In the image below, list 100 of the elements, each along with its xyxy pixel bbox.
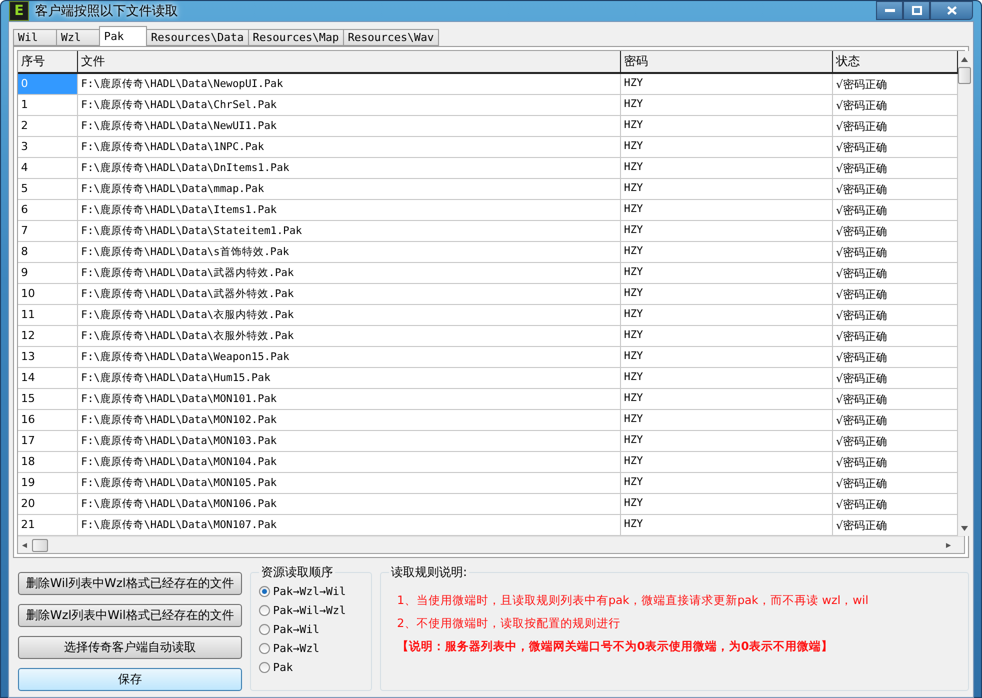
table-cell: HZY (621, 284, 833, 305)
table-cell: F:\鹿原传奇\HADL\Data\ChrSel.Pak (78, 95, 621, 116)
table-cell: HZY (621, 305, 833, 326)
column-header[interactable]: 状态 (833, 51, 958, 72)
table-cell: F:\鹿原传奇\HADL\Data\Items1.Pak (78, 200, 621, 221)
group-title: 读取规则说明: (390, 564, 468, 581)
table-cell: 6 (18, 200, 78, 221)
vertical-scrollbar[interactable] (958, 51, 971, 536)
table-cell: HZY (621, 179, 833, 200)
scroll-thumb[interactable] (958, 67, 971, 84)
radio-option[interactable]: Pak (259, 661, 363, 674)
table-cell: F:\鹿原传奇\HADL\Data\1NPC.Pak (78, 137, 621, 158)
close-button[interactable] (930, 1, 973, 20)
table-cell: F:\鹿原传奇\HADL\Data\MON101.Pak (78, 389, 621, 410)
table-cell: 5 (18, 179, 78, 200)
up-arrow-icon[interactable] (961, 56, 968, 62)
table-cell: F:\鹿原传奇\HADL\Data\MON107.Pak (78, 515, 621, 536)
minimize-icon (884, 8, 894, 12)
horizontal-scrollbar[interactable] (18, 536, 964, 553)
action-button[interactable]: 删除Wil列表中Wzl格式已经存在的文件 (18, 572, 242, 595)
table-cell: √密码正确 (833, 221, 958, 242)
table-cell: 15 (18, 389, 78, 410)
table-cell: 10 (18, 284, 78, 305)
table-cell: 3 (18, 137, 78, 158)
table-cell: HZY (621, 74, 833, 95)
table-cell: HZY (621, 515, 833, 536)
radio-option[interactable]: Pak→Wil→Wzl (259, 604, 363, 617)
radio-icon[interactable] (259, 605, 270, 616)
save-button[interactable]: 保存 (18, 668, 242, 691)
tab[interactable]: Resources\Map (248, 29, 344, 46)
radio-icon[interactable] (259, 662, 270, 673)
scroll-thumb[interactable] (32, 538, 48, 552)
table-cell: 21 (18, 515, 78, 536)
tab[interactable]: Resources\Wav (342, 29, 439, 46)
action-button[interactable]: 选择传奇客户端自动读取 (18, 636, 242, 659)
table-cell: HZY (621, 452, 833, 473)
table-cell: √密码正确 (833, 389, 958, 410)
radio-option[interactable]: Pak→Wzl (259, 642, 363, 655)
table-cell: 2 (18, 116, 78, 137)
table-cell: 19 (18, 473, 78, 494)
table-cell: √密码正确 (833, 158, 958, 179)
table-cell: 13 (18, 347, 78, 368)
table-cell: F:\鹿原传奇\HADL\Data\MON104.Pak (78, 452, 621, 473)
table-cell: 8 (18, 242, 78, 263)
rule-text: 【说明：服务器列表中，微端网关端口号不为0表示使用微端，为0表示不用微端】 (397, 639, 834, 654)
left-arrow-icon[interactable] (22, 542, 28, 548)
radio-option[interactable]: Pak→Wil (259, 623, 363, 636)
tab[interactable]: Pak (99, 26, 147, 46)
column-header[interactable]: 序号 (18, 51, 78, 72)
table-cell: F:\鹿原传奇\HADL\Data\衣服内特效.Pak (78, 305, 621, 326)
table-cell: 11 (18, 305, 78, 326)
tab[interactable]: Wzl (56, 29, 100, 46)
table-cell: √密码正确 (833, 431, 958, 452)
table-cell: HZY (621, 95, 833, 116)
radio-option[interactable]: Pak→Wzl→Wil (259, 585, 363, 598)
table-cell: √密码正确 (833, 410, 958, 431)
tab[interactable]: Resources\Data (146, 29, 249, 46)
table-cell: √密码正确 (833, 284, 958, 305)
table-cell: HZY (621, 389, 833, 410)
table-cell: F:\鹿原传奇\HADL\Data\NewUI1.Pak (78, 116, 621, 137)
table-cell: 1 (18, 95, 78, 116)
table-cell: √密码正确 (833, 95, 958, 116)
tab[interactable]: Wil (13, 29, 57, 46)
table-cell: F:\鹿原传奇\HADL\Data\Stateitem1.Pak (78, 221, 621, 242)
table-cell: √密码正确 (833, 515, 958, 536)
close-icon (946, 6, 956, 15)
table-cell: √密码正确 (833, 137, 958, 158)
radio-icon[interactable] (259, 643, 270, 654)
radio-icon[interactable] (259, 624, 270, 635)
action-button[interactable]: 删除Wzl列表中Wil格式已经存在的文件 (18, 604, 242, 627)
table-cell: 4 (18, 158, 78, 179)
table-cell: 18 (18, 452, 78, 473)
app-logo: E (9, 1, 29, 21)
table-cell: F:\鹿原传奇\HADL\Data\mmap.Pak (78, 179, 621, 200)
table-cell: HZY (621, 116, 833, 137)
down-arrow-icon[interactable] (961, 526, 968, 530)
radio-icon[interactable] (259, 586, 270, 597)
table-cell: F:\鹿原传奇\HADL\Data\MON102.Pak (78, 410, 621, 431)
table-cell: F:\鹿原传奇\HADL\Data\NewopUI.Pak (78, 74, 621, 95)
table-cell: √密码正确 (833, 368, 958, 389)
rule-text: 1、当使用微端时，且读取规则列表中有pak，微端直接请求更新pak，而不再读 wzl，wil (397, 593, 870, 608)
table-cell: √密码正确 (833, 116, 958, 137)
table-cell: HZY (621, 473, 833, 494)
maximize-button[interactable] (903, 1, 930, 20)
minimize-button[interactable] (876, 1, 903, 20)
table-cell: HZY (621, 347, 833, 368)
table-cell: HZY (621, 326, 833, 347)
table-cell: 9 (18, 263, 78, 284)
table-cell: F:\鹿原传奇\HADL\Data\武器内特效.Pak (78, 263, 621, 284)
table-cell: HZY (621, 263, 833, 284)
column-header[interactable]: 文件 (78, 51, 621, 72)
table-cell: F:\鹿原传奇\HADL\Data\MON106.Pak (78, 494, 621, 515)
column-header[interactable]: 密码 (621, 51, 833, 72)
table-cell: HZY (621, 494, 833, 515)
table-cell: 14 (18, 368, 78, 389)
right-arrow-icon[interactable] (946, 542, 952, 548)
table-cell: F:\鹿原传奇\HADL\Data\武器外特效.Pak (78, 284, 621, 305)
table-cell: F:\鹿原传奇\HADL\Data\s首饰特效.Pak (78, 242, 621, 263)
table-cell: HZY (621, 368, 833, 389)
table-cell: √密码正确 (833, 473, 958, 494)
